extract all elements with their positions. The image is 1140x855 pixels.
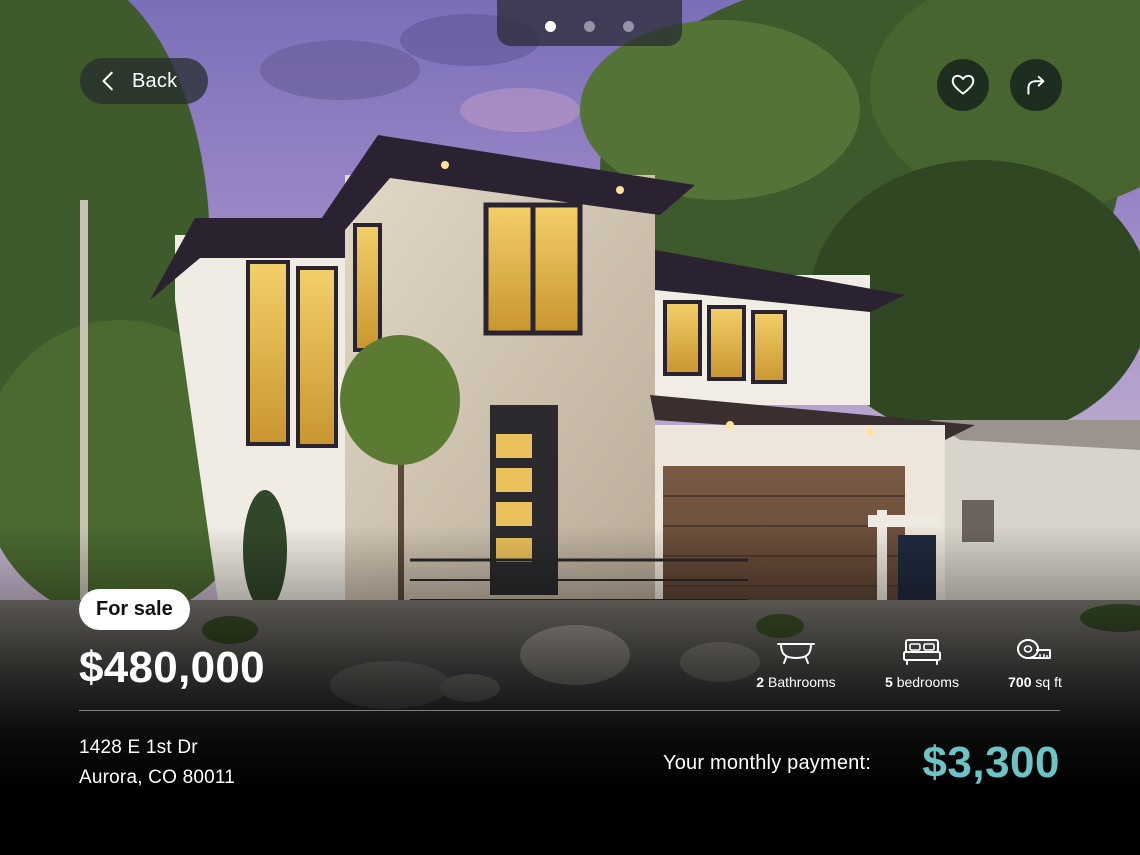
tape-measure-icon	[1017, 639, 1051, 659]
bathrooms-count: 2	[756, 674, 765, 690]
address-street: 1428 E 1st Dr	[79, 737, 198, 758]
monthly-payment-value[interactable]: $3,300	[922, 738, 1060, 788]
bedrooms-count: 5	[885, 674, 893, 690]
bathtub-icon	[777, 643, 815, 664]
feature-bedrooms: 5 bedrooms	[862, 636, 982, 690]
monthly-payment-label: Your monthly payment:	[663, 752, 872, 774]
pager-dot-1[interactable]	[545, 21, 556, 32]
listing-price: $480,000	[79, 643, 265, 692]
share-button[interactable]	[1010, 59, 1062, 111]
divider	[79, 710, 1060, 711]
back-button[interactable]: Back	[80, 58, 208, 104]
pager-dot-3[interactable]	[623, 21, 634, 32]
bedrooms-label: bedrooms	[896, 674, 959, 690]
area-unit: sq ft	[1035, 674, 1062, 690]
chevron-left-icon	[102, 71, 113, 91]
heart-icon	[951, 74, 975, 95]
address-city: Aurora, CO 80011	[79, 767, 235, 788]
bathrooms-label: Bathrooms	[767, 674, 836, 690]
feature-bathrooms: 2 Bathrooms	[736, 636, 856, 690]
property-photo[interactable]	[0, 0, 1140, 855]
listing-screen: Back For sale $480,000 2 Bathrooms 5 bed…	[0, 0, 1140, 855]
bed-icon	[903, 639, 941, 665]
feature-area: 700 sq ft	[975, 636, 1095, 690]
favorite-button[interactable]	[937, 59, 989, 111]
share-arrow-icon	[1027, 75, 1045, 95]
back-label: Back	[132, 69, 178, 92]
pager-dot-2[interactable]	[584, 21, 595, 32]
photo-pager	[497, 0, 682, 46]
area-value: 700	[1008, 674, 1032, 690]
status-badge: For sale	[79, 589, 190, 630]
